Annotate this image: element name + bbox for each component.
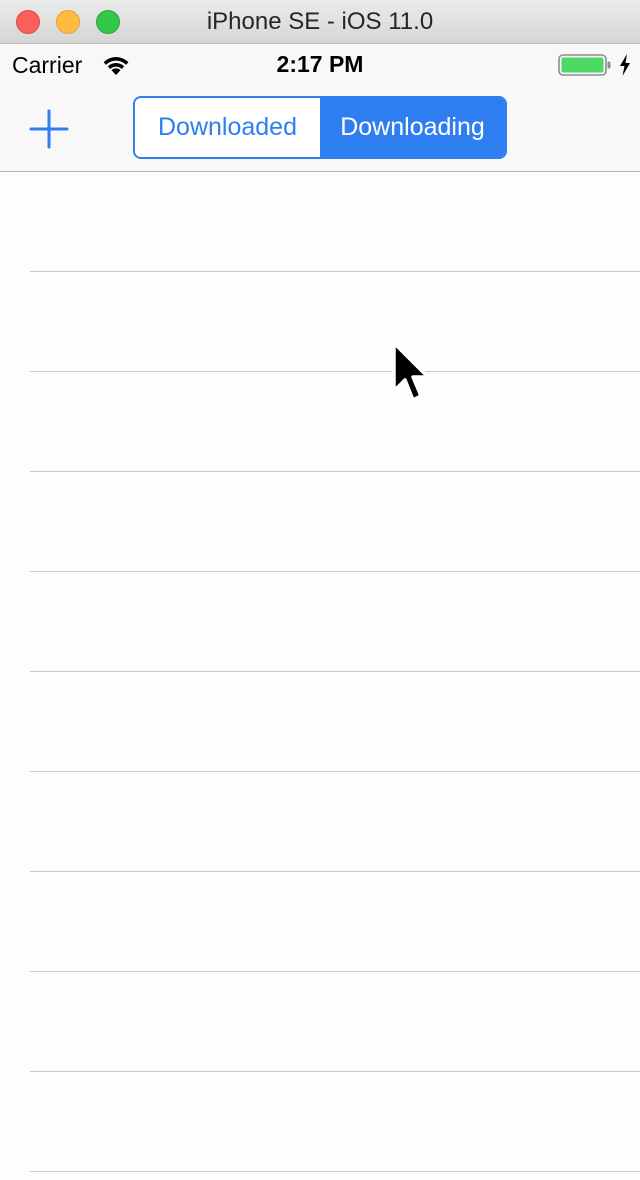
- table-row[interactable]: [0, 472, 640, 572]
- table-row[interactable]: [0, 272, 640, 372]
- ios-status-bar: Carrier 2:17 PM: [0, 44, 640, 84]
- segmented-control: Downloaded Downloading: [133, 96, 507, 159]
- segment-downloaded[interactable]: Downloaded: [135, 98, 320, 157]
- simulator-window: iPhone SE - iOS 11.0 Carrier 2:17 PM Dow…: [0, 0, 640, 1180]
- table-row[interactable]: [0, 972, 640, 1072]
- row-separator: [30, 1171, 640, 1172]
- table-row[interactable]: [0, 872, 640, 972]
- table-row[interactable]: [0, 172, 640, 272]
- navigation-bar: Downloaded Downloading: [0, 84, 640, 172]
- window-title: iPhone SE - iOS 11.0: [206, 8, 434, 35]
- table-row[interactable]: [0, 372, 640, 472]
- plus-icon[interactable]: [26, 106, 72, 152]
- downloads-table[interactable]: [0, 172, 640, 1180]
- battery-full-icon: [558, 54, 611, 76]
- table-row[interactable]: [0, 572, 640, 672]
- table-row[interactable]: [0, 672, 640, 772]
- table-row[interactable]: [0, 1072, 640, 1172]
- status-time: 2:17 PM: [276, 51, 364, 77]
- window-title-bar[interactable]: iPhone SE - iOS 11.0: [0, 0, 640, 44]
- segment-downloading[interactable]: Downloading: [320, 98, 505, 157]
- table-row[interactable]: [0, 772, 640, 872]
- charging-bolt-icon: [620, 54, 630, 76]
